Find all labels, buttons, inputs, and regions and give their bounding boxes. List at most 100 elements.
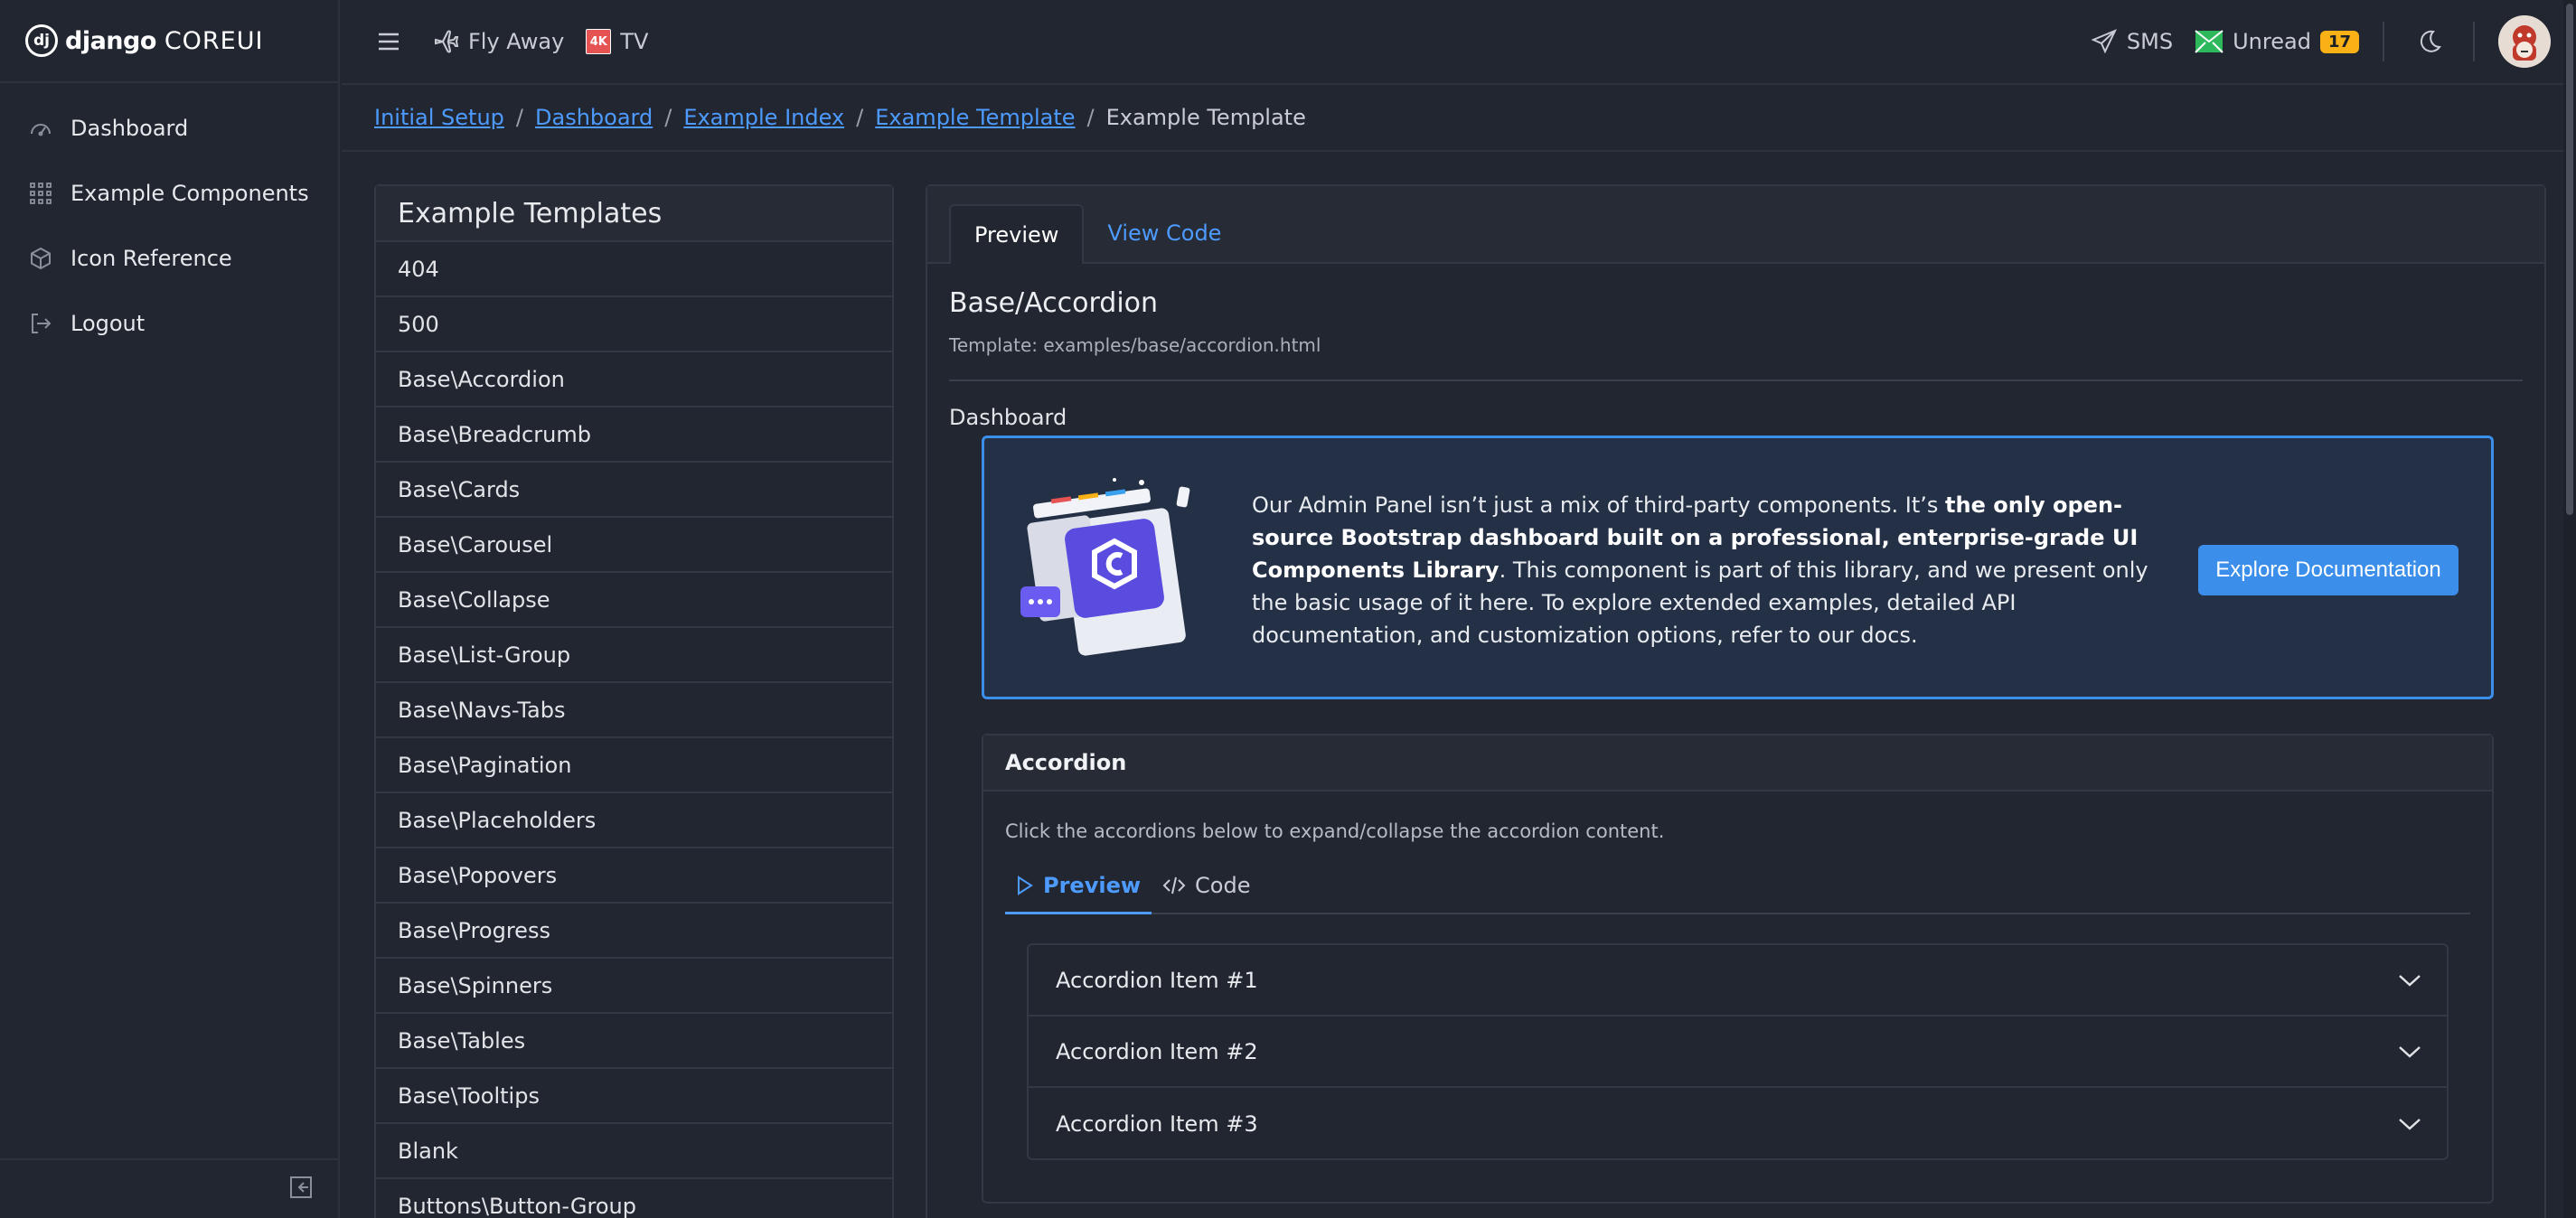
scrollbar-thumb[interactable] — [2566, 4, 2573, 515]
sidebar-item-example-components[interactable]: Example Components — [0, 161, 338, 226]
template-list-item[interactable]: Base\Breadcrumb — [376, 408, 892, 463]
templates-list-card: Example Templates 404 500 Base\Accordion… — [374, 184, 894, 1218]
template-list-item[interactable]: Base\Carousel — [376, 518, 892, 573]
template-list-item[interactable]: Base\Collapse — [376, 573, 892, 628]
template-list-item[interactable]: Base\Cards — [376, 463, 892, 518]
chevron-down-icon — [2398, 1117, 2421, 1131]
cube-icon — [27, 245, 54, 272]
coreui-illustration-icon — [1015, 478, 1205, 659]
header-unread-link[interactable]: Unread 17 — [2195, 29, 2359, 54]
breadcrumb-separator: / — [856, 105, 864, 130]
tab-accordion-preview[interactable]: Preview — [1005, 858, 1152, 914]
template-list-item[interactable]: Base\List-Group — [376, 628, 892, 683]
explore-documentation-button[interactable]: Explore Documentation — [2198, 545, 2458, 595]
accordion-card: Accordion Click the accordions below to … — [982, 734, 2494, 1204]
sms-label: SMS — [2126, 29, 2174, 54]
header-link-tv[interactable]: 4K TV — [586, 29, 648, 54]
template-list-item[interactable]: 404 — [376, 242, 892, 297]
header-divider — [2473, 22, 2475, 61]
template-list-item[interactable]: Base\Tooltips — [376, 1069, 892, 1124]
accordion: Accordion Item #1 Accordion Item #2 Acco… — [1027, 943, 2449, 1160]
sidebar-item-logout[interactable]: Logout — [0, 291, 338, 356]
sidebar-nav: Dashboard Example Components Icon Refere… — [0, 83, 338, 356]
tab-accordion-code[interactable]: Code — [1152, 858, 1261, 913]
logout-icon — [27, 310, 54, 337]
sidebar-item-label: Example Components — [71, 181, 309, 206]
code-icon — [1162, 876, 1186, 895]
accordion-item-3[interactable]: Accordion Item #3 — [1029, 1088, 2447, 1159]
accordion-item-label: Accordion Item #2 — [1056, 1038, 1258, 1064]
template-list-item[interactable]: Base\Pagination — [376, 738, 892, 793]
play-icon — [1016, 875, 1034, 895]
header-link-fly-away[interactable]: Fly Away — [432, 28, 564, 55]
sidebar-item-dashboard[interactable]: Dashboard — [0, 96, 338, 161]
header-link-label: Fly Away — [468, 29, 565, 54]
breadcrumb-link-initial-setup[interactable]: Initial Setup — [374, 105, 504, 130]
sidebar-collapse-icon[interactable] — [289, 1176, 313, 1203]
tab-view-code[interactable]: View Code — [1084, 204, 1245, 262]
unread-count-badge: 17 — [2319, 30, 2359, 53]
breadcrumb-link-dashboard[interactable]: Dashboard — [535, 105, 653, 130]
template-list-item[interactable]: Base\Progress — [376, 904, 892, 959]
dashboard-label: Dashboard — [949, 405, 1067, 430]
grid-dots-icon — [27, 180, 54, 207]
page-scrollbar[interactable] — [2563, 0, 2576, 1218]
accordion-card-title: Accordion — [983, 735, 2492, 792]
tab-preview[interactable]: Preview — [949, 204, 1085, 264]
accordion-tabs: Preview Code — [1005, 858, 2470, 914]
sidebar: dj django COREUI Dashboard Example Compo… — [0, 0, 340, 1218]
main-tabs: Preview View Code — [927, 186, 2544, 264]
template-list-item[interactable]: Base\Accordion — [376, 352, 892, 408]
sidebar-footer — [0, 1158, 338, 1218]
menu-toggle-icon[interactable] — [372, 25, 405, 58]
brand-logo[interactable]: dj django COREUI — [25, 24, 263, 57]
sidebar-item-icon-reference[interactable]: Icon Reference — [0, 226, 338, 291]
template-list-item[interactable]: Base\Popovers — [376, 848, 892, 904]
tab-label: Preview — [1043, 872, 1142, 898]
brand[interactable]: dj django COREUI — [0, 0, 338, 83]
4k-icon: 4K — [586, 29, 612, 54]
breadcrumb-link-example-index[interactable]: Example Index — [683, 105, 844, 130]
envelope-icon — [2195, 30, 2223, 53]
speedometer-icon — [27, 115, 54, 142]
sidebar-item-label: Dashboard — [71, 116, 189, 141]
accordion-item-label: Accordion Item #3 — [1056, 1110, 1258, 1137]
breadcrumb: Initial Setup / Dashboard / Example Inde… — [342, 85, 2576, 152]
accordion-item-2[interactable]: Accordion Item #2 — [1029, 1017, 2447, 1088]
brand-name: django COREUI — [65, 26, 264, 55]
accordion-description: Click the accordions below to expand/col… — [1005, 820, 1665, 842]
sidebar-item-label: Logout — [71, 311, 146, 336]
header-right: SMS Unread 17 — [2091, 0, 2576, 83]
template-path: Template: examples/base/accordion.html — [949, 334, 1321, 356]
accordion-item-1[interactable]: Accordion Item #1 — [1029, 945, 2447, 1017]
promo-text: Our Admin Panel isn’t just a mix of thir… — [1252, 492, 2148, 648]
template-list-item[interactable]: Base\Tables — [376, 1014, 892, 1069]
breadcrumb-separator: / — [515, 105, 523, 130]
airplane-icon — [432, 28, 459, 55]
breadcrumb-current: Example Template — [1105, 105, 1306, 130]
avatar[interactable] — [2498, 15, 2551, 68]
header-divider — [2383, 22, 2384, 61]
chevron-down-icon — [2398, 973, 2421, 988]
template-list-item[interactable]: Base\Placeholders — [376, 793, 892, 848]
template-list-item[interactable]: 500 — [376, 297, 892, 352]
template-list-item[interactable]: Buttons\Button-Group — [376, 1179, 892, 1218]
breadcrumb-link-example-template[interactable]: Example Template — [875, 105, 1075, 130]
send-icon — [2091, 28, 2118, 55]
header-link-label: TV — [620, 29, 649, 54]
django-logo-icon: dj — [25, 24, 58, 57]
accordion-item-label: Accordion Item #1 — [1056, 967, 1258, 993]
breadcrumb-separator: / — [664, 105, 672, 130]
chevron-down-icon — [2398, 1045, 2421, 1059]
page-title: Base/Accordion — [949, 287, 1159, 319]
sidebar-item-label: Icon Reference — [71, 246, 232, 271]
header-sms-link[interactable]: SMS — [2091, 28, 2173, 55]
main-card: Preview View Code Base/Accordion Templat… — [926, 184, 2546, 1218]
divider — [949, 379, 2523, 381]
template-list-item[interactable]: Base\Navs-Tabs — [376, 683, 892, 738]
moon-icon[interactable] — [2415, 28, 2442, 55]
template-list-item[interactable]: Blank — [376, 1124, 892, 1179]
tab-label: Code — [1195, 873, 1251, 898]
template-list-item[interactable]: Base\Spinners — [376, 959, 892, 1014]
unread-label: Unread — [2233, 29, 2311, 54]
